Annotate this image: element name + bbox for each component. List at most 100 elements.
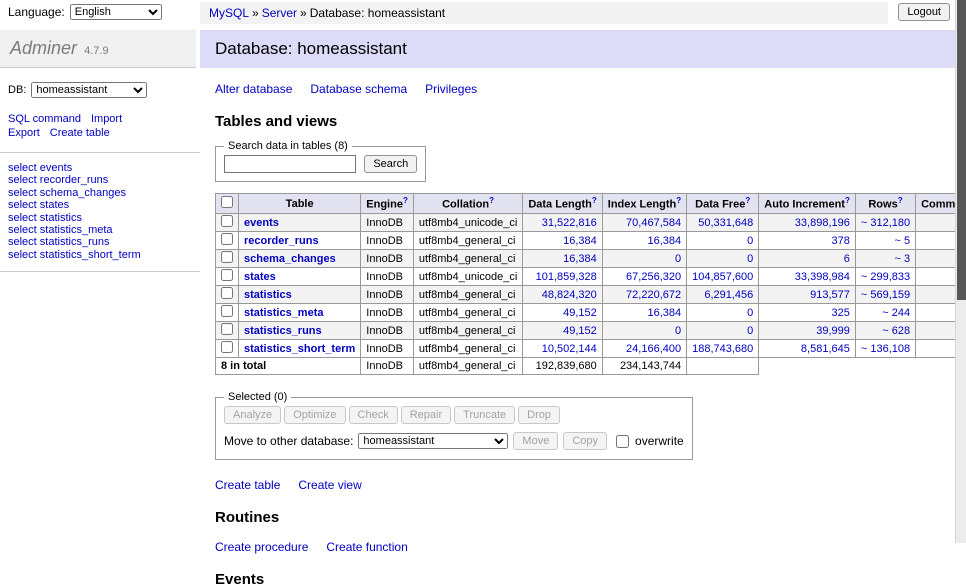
vertical-scrollbar[interactable] bbox=[955, 0, 966, 543]
row-select-checkbox[interactable] bbox=[221, 287, 233, 299]
cell-data-free: 104,857,600 bbox=[687, 268, 759, 286]
app-version: 4.7.9 bbox=[84, 45, 108, 57]
total-data-free-cell bbox=[687, 358, 759, 375]
table-name-link[interactable]: statistics_short_term bbox=[244, 343, 355, 355]
row-select-cell bbox=[216, 268, 239, 286]
sidebar-link[interactable]: Export bbox=[8, 127, 40, 139]
select-all-checkbox[interactable] bbox=[221, 196, 233, 208]
table-name-link[interactable]: events bbox=[244, 217, 279, 229]
cell-index-length: 16,384 bbox=[602, 232, 686, 250]
cell-collation: utf8mb4_general_ci bbox=[413, 250, 522, 268]
table-name-link[interactable]: statistics_runs bbox=[244, 325, 322, 337]
search-button[interactable]: Search bbox=[364, 155, 417, 173]
cell-engine: InnoDB bbox=[361, 250, 414, 268]
sidebar-link[interactable]: Create table bbox=[50, 127, 110, 139]
copy-button[interactable]: Copy bbox=[563, 432, 607, 450]
cell-auto-increment: 6 bbox=[759, 250, 856, 268]
row-select-checkbox[interactable] bbox=[221, 233, 233, 245]
sidebar-link-row: SQL command Import bbox=[8, 112, 192, 126]
app-name: Adminer bbox=[10, 38, 77, 58]
repair-button[interactable]: Repair bbox=[401, 406, 451, 424]
db-action-link[interactable]: Database schema bbox=[310, 82, 407, 96]
cell-index-length: 72,220,672 bbox=[602, 286, 686, 304]
logout-button[interactable]: Logout bbox=[898, 3, 950, 21]
table-name-link[interactable]: schema_changes bbox=[244, 253, 336, 265]
table-row: statisticsInnoDButf8mb4_general_ci48,824… bbox=[216, 286, 966, 304]
cell-data-free: 0 bbox=[687, 250, 759, 268]
column-help-link[interactable]: ? bbox=[592, 196, 597, 205]
cell-collation: utf8mb4_general_ci bbox=[413, 304, 522, 322]
total-data-length-cell: 192,839,680 bbox=[523, 358, 602, 375]
row-select-checkbox[interactable] bbox=[221, 305, 233, 317]
column-header-data-free: Data Free? bbox=[687, 194, 759, 214]
cell-engine: InnoDB bbox=[361, 268, 414, 286]
table-name-link[interactable]: statistics_meta bbox=[244, 307, 324, 319]
analyze-button[interactable]: Analyze bbox=[224, 406, 281, 424]
column-help-link[interactable]: ? bbox=[403, 196, 408, 205]
sidebar-table-link[interactable]: select statistics_short_term bbox=[8, 249, 192, 261]
column-help-link[interactable]: ? bbox=[489, 196, 494, 205]
sidebar-table-link[interactable]: select recorder_runs bbox=[8, 174, 192, 186]
table-name-link[interactable]: states bbox=[244, 271, 276, 283]
move-db-select[interactable]: homeassistant bbox=[358, 433, 508, 449]
sidebar: Adminer 4.7.9 DB: homeassistant SQL comm… bbox=[0, 27, 200, 272]
total-empty-cell bbox=[855, 358, 915, 375]
routines-heading: Routines bbox=[215, 509, 966, 526]
tables-header-row: TableEngine?Collation?Data Length?Index … bbox=[216, 194, 966, 214]
breadcrumb-server-link[interactable]: Server bbox=[262, 6, 297, 20]
column-help-link[interactable]: ? bbox=[745, 196, 750, 205]
check-button[interactable]: Check bbox=[349, 406, 398, 424]
overwrite-checkbox[interactable] bbox=[616, 435, 629, 448]
sidebar-link[interactable]: SQL command bbox=[8, 113, 81, 125]
search-input[interactable] bbox=[224, 155, 356, 173]
db-action-link[interactable]: Privileges bbox=[425, 82, 477, 96]
create-link[interactable]: Create table bbox=[215, 478, 280, 492]
db-action-link[interactable]: Alter database bbox=[215, 82, 292, 96]
db-selector-row: DB: homeassistant bbox=[0, 68, 200, 110]
tables-table: TableEngine?Collation?Data Length?Index … bbox=[215, 193, 966, 375]
cell-collation: utf8mb4_general_ci bbox=[413, 286, 522, 304]
optimize-button[interactable]: Optimize bbox=[284, 406, 345, 424]
move-row: Move to other database: homeassistant Mo… bbox=[224, 432, 684, 450]
create-link[interactable]: Create view bbox=[298, 478, 361, 492]
row-select-checkbox[interactable] bbox=[221, 215, 233, 227]
breadcrumb-mysql-link[interactable]: MySQL bbox=[209, 6, 249, 20]
sidebar-table-link[interactable]: select events bbox=[8, 162, 192, 174]
sidebar-link[interactable]: Import bbox=[91, 113, 122, 125]
row-select-checkbox[interactable] bbox=[221, 269, 233, 281]
sidebar-table-link[interactable]: select states bbox=[8, 199, 192, 211]
cell-auto-increment: 325 bbox=[759, 304, 856, 322]
drop-button[interactable]: Drop bbox=[518, 406, 560, 424]
table-name-link[interactable]: statistics bbox=[244, 289, 292, 301]
overwrite-label: overwrite bbox=[635, 434, 684, 448]
selected-legend: Selected (0) bbox=[224, 391, 291, 403]
row-select-checkbox[interactable] bbox=[221, 251, 233, 263]
move-label: Move to other database: bbox=[224, 434, 353, 448]
db-select[interactable]: homeassistant bbox=[31, 82, 147, 98]
move-button[interactable]: Move bbox=[513, 432, 558, 450]
sidebar-table-link[interactable]: select statistics_meta bbox=[8, 224, 192, 236]
table-name-link[interactable]: recorder_runs bbox=[244, 235, 319, 247]
row-select-checkbox[interactable] bbox=[221, 323, 233, 335]
row-select-cell bbox=[216, 322, 239, 340]
column-help-link[interactable]: ? bbox=[845, 196, 850, 205]
column-header-data-length: Data Length? bbox=[523, 194, 602, 214]
cell-index-length: 0 bbox=[602, 322, 686, 340]
routine-link[interactable]: Create function bbox=[326, 540, 407, 554]
scrollbar-thumb[interactable] bbox=[957, 0, 966, 300]
cell-rows: ~ 312,180 bbox=[855, 214, 915, 232]
column-help-link[interactable]: ? bbox=[898, 196, 903, 205]
language-label: Language: bbox=[8, 5, 65, 19]
language-select[interactable]: English bbox=[70, 4, 162, 20]
sidebar-table-link[interactable]: select statistics bbox=[8, 212, 192, 224]
row-select-checkbox[interactable] bbox=[221, 341, 233, 353]
truncate-button[interactable]: Truncate bbox=[454, 406, 515, 424]
column-help-link[interactable]: ? bbox=[676, 196, 681, 205]
total-engine-cell: InnoDB bbox=[361, 358, 414, 375]
sidebar-table-link[interactable]: select schema_changes bbox=[8, 187, 192, 199]
sidebar-table-link[interactable]: select statistics_runs bbox=[8, 236, 192, 248]
page-title: Database: homeassistant bbox=[200, 30, 966, 68]
routine-link[interactable]: Create procedure bbox=[215, 540, 308, 554]
cell-data-free: 6,291,456 bbox=[687, 286, 759, 304]
row-select-cell bbox=[216, 214, 239, 232]
